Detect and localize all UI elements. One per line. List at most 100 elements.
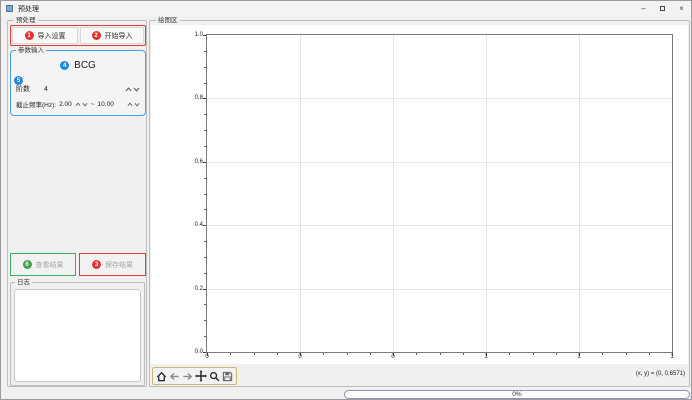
- gridline-vertical: [579, 35, 580, 352]
- gridline-horizontal: [207, 98, 672, 99]
- maximize-button[interactable]: [653, 1, 672, 16]
- save-icon[interactable]: [222, 368, 234, 384]
- x-minor-tick: [556, 353, 557, 355]
- x-minor-tick: [230, 353, 231, 355]
- y-minor-tick: [204, 178, 206, 179]
- cutoff-high-spin-buttons[interactable]: [127, 102, 140, 107]
- y-minor-tick: [204, 336, 206, 337]
- start-import-label: 开始导入: [105, 31, 133, 41]
- spin-down-icon[interactable]: [82, 102, 88, 107]
- forward-icon[interactable]: [182, 368, 194, 384]
- gridline-vertical: [393, 35, 394, 352]
- y-minor-tick: [204, 257, 206, 258]
- spin-up-icon[interactable]: [75, 102, 81, 107]
- x-minor-tick: [416, 353, 417, 355]
- cutoff-low-spin-buttons[interactable]: [75, 102, 88, 107]
- spin-down-icon[interactable]: [133, 87, 140, 92]
- x-minor-tick: [509, 353, 510, 355]
- x-minor-tick: [347, 353, 348, 355]
- log-group-label: 日志: [15, 278, 32, 287]
- home-icon[interactable]: [155, 368, 167, 384]
- plot-panel-label: 绘图区: [156, 16, 180, 25]
- x-tick-label: 0: [298, 354, 301, 360]
- import-annotation-box: 1 导入设置 2 开始导入: [10, 25, 146, 46]
- y-tick: [203, 289, 206, 290]
- progress-label: 0%: [512, 391, 521, 398]
- save-result-label: 保存结果: [105, 260, 133, 270]
- view-result-label: 查看结果: [36, 260, 64, 270]
- badge-4: 4: [60, 61, 69, 70]
- import-settings-button[interactable]: 1 导入设置: [12, 27, 78, 44]
- y-minor-tick: [204, 114, 206, 115]
- spin-down-icon[interactable]: [134, 102, 140, 107]
- progress-bar: 0%: [344, 390, 690, 399]
- gridline-vertical: [300, 35, 301, 352]
- x-minor-tick: [254, 353, 255, 355]
- y-tick-label: 1.0: [195, 32, 203, 38]
- badge-6: 6: [23, 260, 32, 269]
- y-tick-label: 0.0: [195, 349, 203, 355]
- minimize-button[interactable]: –: [634, 1, 653, 16]
- x-minor-tick: [626, 353, 627, 355]
- x-tick-label: 0: [391, 354, 394, 360]
- zoom-icon[interactable]: [208, 368, 220, 384]
- pan-icon[interactable]: [195, 368, 207, 384]
- y-minor-tick: [204, 51, 206, 52]
- y-minor-tick: [204, 241, 206, 242]
- y-minor-tick: [204, 83, 206, 84]
- x-minor-tick: [440, 353, 441, 355]
- y-minor-tick: [204, 320, 206, 321]
- plot-axes: 0001110.00.20.40.60.81.0: [206, 34, 673, 353]
- order-spinbox[interactable]: 4: [44, 86, 48, 93]
- log-group: 日志: [10, 282, 145, 386]
- back-icon[interactable]: [168, 368, 180, 384]
- badge-3: 3: [92, 260, 101, 269]
- cutoff-label: 截止频率(Hz):: [16, 99, 56, 109]
- gridline-horizontal: [207, 289, 672, 290]
- x-tick-label: 0: [205, 354, 208, 360]
- spin-up-icon[interactable]: [127, 102, 133, 107]
- signal-type-selector[interactable]: 4 BCG: [11, 60, 145, 71]
- range-separator: ~: [91, 101, 95, 108]
- start-import-button[interactable]: 2 开始导入: [80, 27, 144, 44]
- x-tick-label: 1: [577, 354, 580, 360]
- close-button[interactable]: ×: [672, 1, 691, 16]
- spin-up-icon[interactable]: [125, 87, 132, 92]
- y-minor-tick: [204, 194, 206, 195]
- parameter-input-label: 参数输入: [16, 46, 46, 55]
- save-result-button[interactable]: 3 保存结果: [79, 253, 146, 276]
- view-result-button[interactable]: 6 查看结果: [10, 253, 76, 276]
- window-title: 预处理: [18, 4, 39, 14]
- y-tick: [203, 35, 206, 36]
- preprocess-panel-label: 预处理: [14, 16, 38, 25]
- x-minor-tick: [649, 353, 650, 355]
- y-minor-tick: [204, 67, 206, 68]
- y-minor-tick: [204, 304, 206, 305]
- x-minor-tick: [533, 353, 534, 355]
- x-tick-label: 1: [484, 354, 487, 360]
- app-window: 预处理 – × 预处理 1 导入设置 2 开始导入 参数输入 4 BCG 5 阶…: [0, 0, 692, 400]
- log-output[interactable]: [14, 289, 141, 382]
- y-tick: [203, 98, 206, 99]
- y-tick: [203, 352, 206, 353]
- plot-canvas[interactable]: 0001110.00.20.40.60.81.0: [151, 25, 688, 364]
- y-minor-tick: [204, 130, 206, 131]
- titlebar: 预处理 – ×: [1, 1, 691, 16]
- x-minor-tick: [602, 353, 603, 355]
- y-tick-label: 0.6: [195, 159, 203, 165]
- cutoff-low-spinbox[interactable]: 2.00: [59, 101, 72, 108]
- signal-type-value: BCG: [74, 60, 96, 71]
- y-tick-label: 0.2: [195, 286, 203, 292]
- gridline-horizontal: [207, 225, 672, 226]
- app-icon: [6, 5, 13, 12]
- order-spin-buttons[interactable]: [125, 87, 140, 92]
- order-label: 阶数: [16, 84, 44, 94]
- import-settings-label: 导入设置: [38, 31, 66, 41]
- x-tick-label: 1: [670, 354, 673, 360]
- plot-toolbar: [152, 367, 237, 385]
- y-tick-label: 0.4: [195, 222, 203, 228]
- parameter-input-group: 参数输入 4 BCG 5 阶数 4 截止频率(Hz): 2.00 ~ 10.00: [10, 50, 146, 116]
- y-minor-tick: [204, 146, 206, 147]
- y-minor-tick: [204, 209, 206, 210]
- cutoff-high-spinbox[interactable]: 10.00: [98, 101, 114, 108]
